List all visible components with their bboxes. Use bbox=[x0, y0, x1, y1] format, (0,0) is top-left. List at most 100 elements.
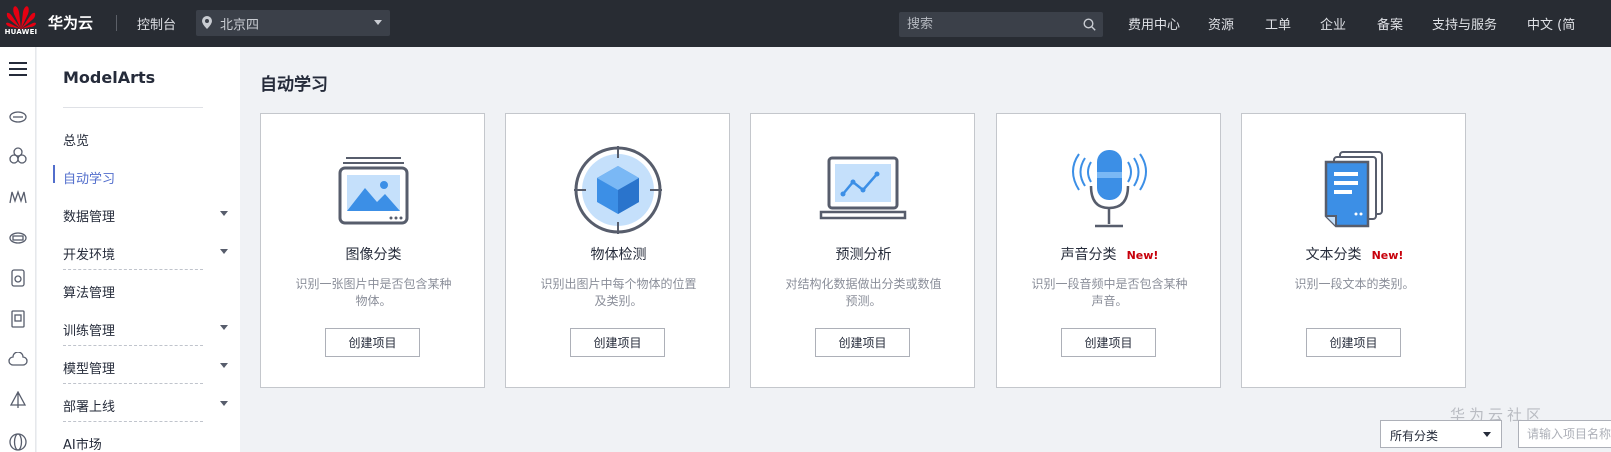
card-description: 对结构化数据做出分类或数值预测。 bbox=[785, 277, 942, 308]
category-filter-select[interactable]: 所有分类 bbox=[1380, 420, 1502, 448]
divider bbox=[63, 107, 203, 108]
sail-icon[interactable] bbox=[8, 391, 28, 409]
menu-icon[interactable] bbox=[9, 61, 27, 77]
chevron-down-icon bbox=[220, 249, 228, 254]
cloud-server-icon[interactable] bbox=[8, 109, 28, 125]
card-title: 声音分类 New! bbox=[997, 244, 1222, 264]
project-card-text-classification: 文本分类 New! 识别一段文本的类别。 创建项目 bbox=[1241, 113, 1466, 388]
card-description: 识别一段文本的类别。 bbox=[1294, 277, 1415, 291]
chevron-down-icon bbox=[220, 211, 228, 216]
create-project-button[interactable]: 创建项目 bbox=[325, 328, 420, 357]
card-description: 识别一张图片中是否包含某种物体。 bbox=[295, 277, 452, 308]
sidebar-item-auto-learning[interactable]: 自动学习 bbox=[63, 168, 228, 187]
database-icon[interactable] bbox=[8, 230, 28, 246]
sidebar-item-label: 算法管理 bbox=[63, 286, 116, 301]
logo-text: HUAWEI bbox=[4, 28, 38, 36]
top-navigation-bar: HUAWEI 华为云 控制台 北京四 费用中心 资源 工单 企业 备案 支持与服… bbox=[0, 0, 1611, 47]
card-title-text: 物体检测 bbox=[590, 247, 647, 263]
huawei-logo-icon bbox=[6, 6, 36, 30]
card-title: 物体检测 bbox=[506, 244, 731, 264]
chevron-down-icon bbox=[374, 20, 382, 25]
divider bbox=[63, 383, 203, 384]
project-search-input[interactable] bbox=[1519, 421, 1611, 447]
sidebar-item-label: 自动学习 bbox=[63, 172, 116, 187]
create-project-button[interactable]: 创建项目 bbox=[570, 328, 665, 357]
object-detection-icon bbox=[574, 146, 662, 234]
project-card-object-detection: 物体检测 识别出图片中每个物体的位置及类别。 创建项目 bbox=[505, 113, 730, 388]
chevron-down-icon bbox=[1483, 432, 1491, 437]
cloud-icon[interactable] bbox=[8, 352, 28, 368]
search-icon[interactable] bbox=[1083, 18, 1096, 31]
active-indicator bbox=[53, 165, 55, 183]
sidebar-item-label: AI市场 bbox=[63, 438, 102, 452]
card-description: 识别一段音频中是否包含某种声音。 bbox=[1031, 277, 1188, 308]
text-classification-icon bbox=[1324, 151, 1383, 228]
search-input[interactable] bbox=[899, 12, 1079, 37]
nav-link-billing[interactable]: 费用中心 bbox=[1128, 14, 1180, 33]
sidebar-item-label: 数据管理 bbox=[63, 210, 116, 225]
location-pin-icon bbox=[202, 16, 212, 29]
project-card-sound-classification: 声音分类 New! 识别一段音频中是否包含某种声音。 创建项目 bbox=[996, 113, 1221, 388]
card-title: 图像分类 bbox=[261, 244, 486, 264]
nav-link-enterprise[interactable]: 企业 bbox=[1320, 14, 1346, 33]
create-project-button[interactable]: 创建项目 bbox=[815, 328, 910, 357]
divider bbox=[116, 15, 117, 31]
nav-link-filing[interactable]: 备案 bbox=[1377, 14, 1403, 33]
sidebar-item-data-management[interactable]: 数据管理 bbox=[63, 206, 228, 225]
console-link[interactable]: 控制台 bbox=[137, 14, 176, 33]
new-badge: New! bbox=[1126, 249, 1159, 262]
globe-icon[interactable] bbox=[8, 432, 28, 452]
filter-label: 所有分类 bbox=[1390, 429, 1439, 443]
card-title: 文本分类 New! bbox=[1242, 244, 1467, 264]
card-title-text: 声音分类 bbox=[1060, 247, 1117, 263]
storage-icon[interactable] bbox=[8, 268, 28, 288]
nav-link-support[interactable]: 支持与服务 bbox=[1432, 14, 1497, 33]
project-card-predictive-analysis: 预测分析 对结构化数据做出分类或数值预测。 创建项目 bbox=[750, 113, 975, 388]
new-badge: New! bbox=[1371, 249, 1404, 262]
modelarts-sidebar: ModelArts 总览 自动学习 数据管理 开发环境 算法管理 训练管理 模型… bbox=[37, 47, 240, 452]
project-search bbox=[1518, 420, 1611, 448]
sidebar-item-algorithm-management[interactable]: 算法管理 bbox=[63, 282, 228, 301]
brand-name[interactable]: 华为云 bbox=[48, 12, 93, 33]
card-title-text: 预测分析 bbox=[835, 247, 892, 263]
disk-icon[interactable] bbox=[8, 309, 28, 329]
region-label: 北京四 bbox=[220, 18, 260, 33]
sidebar-item-model-management[interactable]: 模型管理 bbox=[63, 358, 228, 377]
language-selector[interactable]: 中文 (简 bbox=[1527, 14, 1575, 33]
sidebar-item-deployment[interactable]: 部署上线 bbox=[63, 396, 228, 415]
divider bbox=[63, 345, 203, 346]
chevron-down-icon bbox=[220, 325, 228, 330]
card-title: 预测分析 bbox=[751, 244, 976, 264]
chevron-down-icon bbox=[220, 363, 228, 368]
card-title-text: 文本分类 bbox=[1305, 247, 1362, 263]
sidebar-item-label: 开发环境 bbox=[63, 248, 116, 263]
sidebar-item-label: 训练管理 bbox=[63, 324, 116, 339]
region-selector[interactable]: 北京四 bbox=[196, 10, 390, 36]
divider bbox=[63, 421, 203, 422]
create-project-button[interactable]: 创建项目 bbox=[1306, 328, 1401, 357]
chevron-down-icon bbox=[220, 401, 228, 406]
sound-classification-icon bbox=[1072, 150, 1147, 228]
service-title: ModelArts bbox=[63, 68, 156, 87]
project-card-image-classification: 图像分类 识别一张图片中是否包含某种物体。 创建项目 bbox=[260, 113, 485, 388]
card-title-text: 图像分类 bbox=[345, 247, 402, 263]
create-project-button[interactable]: 创建项目 bbox=[1061, 328, 1156, 357]
global-search bbox=[899, 12, 1103, 37]
service-icon-rail bbox=[0, 47, 36, 452]
sidebar-item-label: 部署上线 bbox=[63, 400, 116, 415]
page-title: 自动学习 bbox=[260, 75, 328, 95]
sidebar-item-training-management[interactable]: 训练管理 bbox=[63, 320, 228, 339]
image-classification-icon bbox=[338, 157, 409, 225]
ai-icon[interactable] bbox=[8, 189, 28, 205]
sidebar-item-overview[interactable]: 总览 bbox=[63, 130, 228, 149]
nav-link-tickets[interactable]: 工单 bbox=[1265, 14, 1291, 33]
sidebar-item-dev-environment[interactable]: 开发环境 bbox=[63, 244, 228, 263]
sidebar-item-ai-market[interactable]: AI市场 bbox=[63, 434, 228, 452]
sidebar-item-label: 模型管理 bbox=[63, 362, 116, 377]
predictive-analysis-icon bbox=[819, 156, 907, 220]
sidebar-item-label: 总览 bbox=[63, 134, 90, 149]
cluster-icon[interactable] bbox=[8, 147, 28, 165]
huawei-logo[interactable] bbox=[6, 4, 36, 42]
nav-link-resources[interactable]: 资源 bbox=[1208, 14, 1234, 33]
divider bbox=[63, 269, 203, 270]
